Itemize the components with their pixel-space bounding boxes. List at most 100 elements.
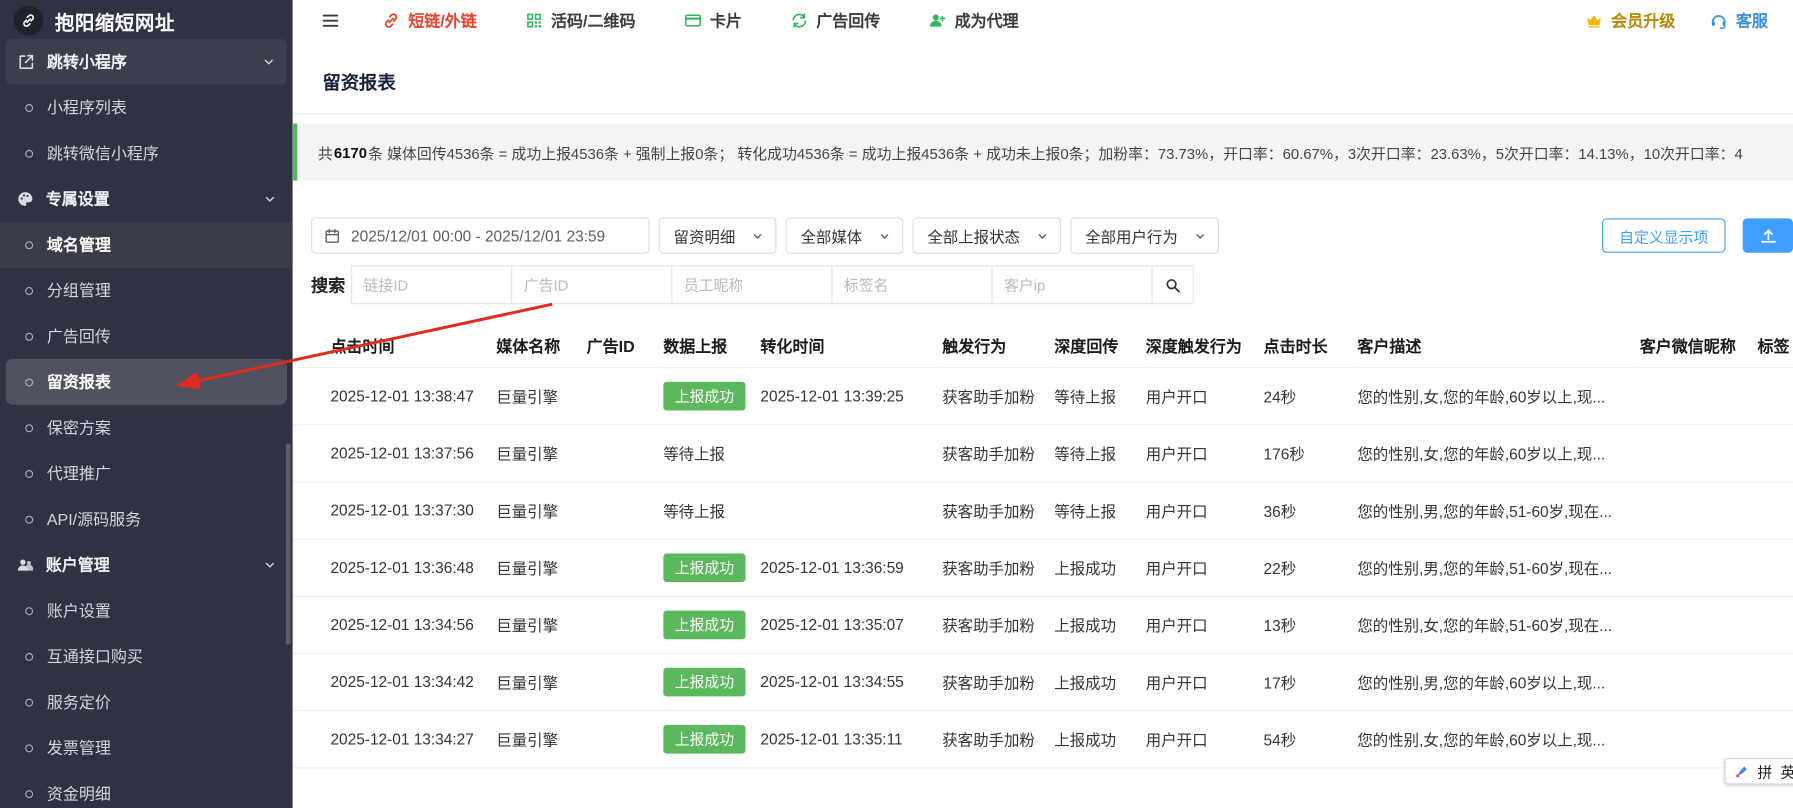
filter-select[interactable]: 全部用户行为 (1070, 217, 1219, 254)
cell-click-time: 2025-12-01 13:34:42 (293, 653, 497, 710)
cell-ad-id (587, 596, 664, 653)
sidebar-item[interactable]: 广告回传 (0, 313, 293, 359)
nav-item[interactable]: 成为代理 (928, 9, 1018, 32)
cell-media-name: 巨量引擎 (496, 653, 586, 710)
status-badge: 等待上报 (663, 499, 725, 522)
cell-deep-report: 上报成功 (1054, 539, 1145, 596)
nav-item[interactable]: 卡片 (684, 9, 742, 32)
chevron-down-icon (263, 192, 277, 206)
member-upgrade-label: 会员升级 (1611, 9, 1675, 32)
circle-bullet-icon (25, 744, 33, 752)
column-header: 深度回传 (1054, 326, 1145, 367)
sidebar-item[interactable]: 发票管理 (0, 725, 293, 771)
search-input[interactable] (831, 265, 992, 304)
sidebar-menu: 跳转小程序 小程序列表 跳转微信小程序 (0, 39, 293, 808)
status-badge: 上报成功 (663, 381, 745, 410)
member-upgrade-button[interactable]: 会员升级 (1585, 9, 1675, 32)
cell-wechat-nickname (1640, 653, 1758, 710)
sidebar-item[interactable]: 专属设置 (0, 176, 293, 222)
sidebar-scrollbar-thumb[interactable] (286, 444, 291, 645)
sidebar-item[interactable]: 资金明细 (0, 771, 293, 808)
customer-service-button[interactable]: 客服 (1710, 9, 1768, 32)
status-badge: 上报成功 (663, 667, 745, 696)
hamburger-icon[interactable] (320, 10, 341, 31)
cell-convert-time: 2025-12-01 13:35:07 (760, 596, 942, 653)
nav-item-label: 卡片 (710, 9, 742, 32)
page-title: 留资报表 (322, 74, 395, 93)
cell-customer-desc: 您的性别,女,您的年龄,51-60岁,现在... (1357, 596, 1639, 653)
table-row: 2025-12-01 13:34:56 巨量引擎 上报成功 2025-12-01… (293, 596, 1793, 653)
cell-deep-trigger: 用户开口 (1146, 367, 1264, 424)
sidebar-item[interactable]: 账户设置 (0, 588, 293, 634)
cell-customer-desc: 您的性别,女,您的年龄,60岁以上,现... (1357, 367, 1639, 424)
palette-icon (16, 190, 34, 208)
filter-select[interactable]: 全部媒体 (786, 217, 904, 254)
nav-item[interactable]: 短链/外链 (382, 9, 477, 32)
sidebar-item[interactable]: 小程序列表 (0, 85, 293, 131)
nav-item[interactable]: 活码/二维码 (525, 9, 636, 32)
cell-trigger: 获客助手加粉 (942, 367, 1054, 424)
cell-trigger: 获客助手加粉 (942, 539, 1054, 596)
search-input[interactable] (671, 265, 832, 304)
sidebar-item[interactable]: 留资报表 (6, 359, 287, 405)
sidebar-item[interactable]: 互通接口购买 (0, 633, 293, 679)
sidebar-item-label: 发票管理 (47, 736, 111, 759)
cell-deep-trigger: 用户开口 (1146, 710, 1264, 767)
customize-columns-button[interactable]: 自定义显示项 (1602, 218, 1726, 252)
filter-select[interactable]: 留资明细 (659, 217, 777, 254)
chevron-down-icon (1194, 229, 1207, 242)
cell-convert-time (760, 424, 942, 481)
users-icon (16, 556, 34, 574)
search-input[interactable] (351, 265, 512, 304)
circle-bullet-icon (25, 652, 33, 660)
table-row: 2025-12-01 13:34:27 巨量引擎 上报成功 2025-12-01… (293, 710, 1793, 767)
cell-tag (1758, 596, 1793, 653)
sidebar-item[interactable]: 跳转小程序 (6, 39, 287, 85)
sidebar-item[interactable]: 服务定价 (0, 679, 293, 725)
cell-duration: 54秒 (1264, 710, 1358, 767)
status-badge: 等待上报 (663, 441, 725, 464)
sidebar-item[interactable]: 保密方案 (0, 405, 293, 451)
cell-deep-trigger: 用户开口 (1146, 539, 1264, 596)
cell-deep-trigger: 用户开口 (1146, 424, 1264, 481)
sidebar-item-label: 代理推广 (47, 462, 111, 485)
sidebar-item-label: 保密方案 (47, 416, 111, 439)
sidebar-item[interactable]: 域名管理 (0, 222, 293, 268)
cell-tag (1758, 539, 1793, 596)
circle-bullet-icon (25, 241, 33, 249)
sidebar-item-label: 账户管理 (46, 553, 110, 576)
date-range-input[interactable]: 2025/12/01 00:00 - 2025/12/01 23:59 (311, 217, 649, 254)
summary-banner: 共6170条 媒体回传4536条 = 成功上报4536条 + 强制上报0条； 转… (293, 123, 1793, 180)
circle-bullet-icon (25, 424, 33, 432)
app-title: 抱阳缩短网址 (55, 6, 175, 35)
search-input[interactable] (511, 265, 672, 304)
filter-select[interactable]: 全部上报状态 (913, 217, 1062, 254)
table-row: 2025-12-01 13:37:30 巨量引擎 等待上报 获客助手加粉 等待上… (293, 481, 1793, 538)
sidebar-item[interactable]: 分组管理 (0, 268, 293, 314)
circle-bullet-icon (25, 286, 33, 294)
search-input[interactable] (991, 265, 1152, 304)
cell-trigger: 获客助手加粉 (942, 424, 1054, 481)
search-button[interactable] (1152, 265, 1194, 304)
cell-media-name: 巨量引擎 (496, 710, 586, 767)
sidebar-item[interactable]: API/源码服务 (0, 496, 293, 542)
topbar-right: 会员升级 客服 (1585, 9, 1768, 32)
chevron-down-icon (263, 558, 277, 572)
cell-report-status: 上报成功 (663, 539, 760, 596)
nav-item-label: 广告回传 (816, 9, 880, 32)
agent-icon (928, 11, 946, 29)
nav-item[interactable]: 广告回传 (790, 9, 880, 32)
circle-bullet-icon (25, 790, 33, 798)
cell-report-status: 上报成功 (663, 710, 760, 767)
filter-select-value: 全部上报状态 (927, 224, 1020, 247)
search-label: 搜索 (311, 273, 345, 297)
sidebar-item-label: API/源码服务 (47, 508, 141, 531)
sidebar-item[interactable]: 跳转微信小程序 (0, 130, 293, 176)
sidebar-item[interactable]: 账户管理 (0, 542, 293, 588)
cell-wechat-nickname (1640, 539, 1758, 596)
ime-indicator[interactable]: 拼 英 (1724, 758, 1793, 784)
sidebar-item[interactable]: 代理推广 (0, 451, 293, 497)
export-button[interactable] (1743, 218, 1793, 252)
cell-convert-time: 2025-12-01 13:34:55 (760, 653, 942, 710)
cell-report-status: 上报成功 (663, 596, 760, 653)
